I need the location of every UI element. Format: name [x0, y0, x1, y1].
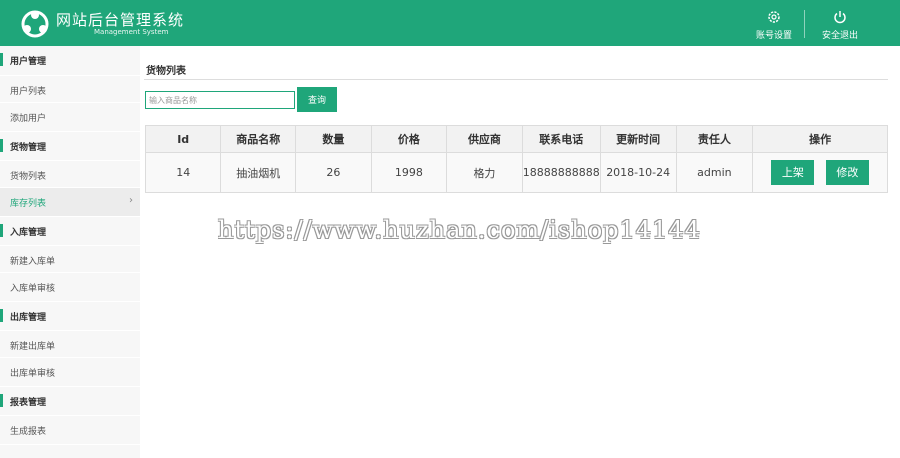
- search-button[interactable]: 查询: [297, 87, 337, 112]
- sidebar-item-label: 用户列表: [10, 87, 47, 97]
- sidebar-item-2[interactable]: 添加用户: [0, 103, 140, 132]
- app-title: 网站后台管理系统: [56, 11, 185, 29]
- sidebar-group-12[interactable]: 报表管理: [0, 387, 140, 416]
- product-search-input[interactable]: [145, 91, 295, 109]
- gear-icon: [768, 11, 780, 23]
- cell-phone: 18888888888: [521, 152, 601, 193]
- logout-label: 安全退出: [821, 31, 858, 41]
- cell-product-name: 抽油烟机: [220, 152, 297, 193]
- col-header-updated: 更新时间: [599, 125, 677, 153]
- sidebar-group-3[interactable]: 货物管理: [0, 132, 140, 161]
- cell-id: 14: [144, 152, 222, 193]
- cell-updated: 2018-10-24: [599, 152, 677, 193]
- col-header-owner: 责任人: [675, 125, 754, 153]
- sidebar-item-label: 货物列表: [10, 172, 47, 182]
- cell-quantity: 26: [295, 152, 372, 193]
- sidebar-item-13[interactable]: 生成报表: [0, 416, 140, 445]
- sidebar-item-label: 添加用户: [10, 114, 47, 124]
- sidebar-item-11[interactable]: 出库单审核: [0, 358, 140, 387]
- sidebar-group-label: 用户管理: [10, 57, 47, 67]
- group-marker: [0, 394, 3, 407]
- account-settings-label: 账号设置: [755, 31, 792, 41]
- account-settings-button[interactable]: 账号设置: [744, 0, 804, 46]
- sidebar-item-label: 生成报表: [10, 427, 47, 437]
- goods-table: Id 商品名称 数量 价格 供应商 联系电话 更新时间 责任人 操作 14 抽油…: [144, 125, 888, 193]
- sidebar-item-1[interactable]: 用户列表: [0, 76, 140, 103]
- table-row: 14 抽油烟机 26 1998 格力 18888888888 2018-10-2…: [144, 152, 888, 193]
- group-marker: [0, 224, 3, 237]
- col-header-quantity: 数量: [295, 125, 372, 153]
- cell-price: 1998: [370, 152, 448, 193]
- cell-supplier: 格力: [446, 152, 523, 193]
- sidebar-item-5[interactable]: 库存列表 ›: [0, 188, 140, 217]
- sidebar-item-8[interactable]: 入库单审核: [0, 273, 140, 302]
- watermark: https://www.huzhan.com/ishop14144: [218, 216, 701, 244]
- col-header-actions: 操作: [752, 125, 888, 153]
- top-header: 网站后台管理系统 Management System 账号设置 安全退出: [0, 0, 900, 46]
- sidebar-item-label: 新建入库单: [10, 257, 56, 267]
- col-header-price: 价格: [370, 125, 448, 153]
- section-divider: [144, 79, 888, 80]
- logo-icon: [21, 10, 49, 38]
- cell-owner: admin: [675, 152, 754, 193]
- col-header-id: Id: [144, 125, 222, 153]
- col-header-phone: 联系电话: [521, 125, 601, 153]
- logout-button[interactable]: 安全退出: [810, 0, 870, 46]
- group-marker: [0, 139, 3, 152]
- group-marker: [0, 53, 3, 66]
- col-header-supplier: 供应商: [446, 125, 523, 153]
- sidebar-group-9[interactable]: 出库管理: [0, 302, 140, 331]
- section-title: 货物列表: [146, 66, 186, 77]
- header-divider: [804, 10, 805, 38]
- sidebar-item-label: 出库单审核: [10, 369, 56, 379]
- sidebar-group-label: 货物管理: [10, 143, 47, 153]
- sidebar-item-10[interactable]: 新建出库单: [0, 331, 140, 358]
- sidebar-group-label: 报表管理: [10, 398, 47, 408]
- sidebar-item-label: 入库单审核: [10, 284, 56, 294]
- table-header-row: Id 商品名称 数量 价格 供应商 联系电话 更新时间 责任人 操作: [144, 125, 888, 153]
- app-subtitle: Management System: [94, 28, 169, 36]
- cell-actions: 上架 修改: [752, 152, 888, 193]
- sidebar-item-label: 新建出库单: [10, 342, 56, 352]
- sidebar-group-label: 入库管理: [10, 228, 47, 238]
- chevron-right-icon: ›: [129, 195, 133, 206]
- edit-button[interactable]: 修改: [825, 160, 869, 185]
- power-icon: [834, 11, 846, 24]
- list-on-shelf-button[interactable]: 上架: [771, 160, 815, 185]
- sidebar: 用户管理用户列表添加用户货物管理货物列表库存列表 › 入库管理新建入库单入库单审核出…: [0, 46, 140, 458]
- sidebar-item-7[interactable]: 新建入库单: [0, 246, 140, 273]
- sidebar-group-0[interactable]: 用户管理: [0, 46, 140, 76]
- sidebar-item-label: 库存列表: [10, 199, 47, 209]
- sidebar-item-4[interactable]: 货物列表: [0, 161, 140, 188]
- sidebar-group-label: 出库管理: [10, 313, 47, 323]
- col-header-product-name: 商品名称: [220, 125, 297, 153]
- sidebar-group-6[interactable]: 入库管理: [0, 217, 140, 246]
- group-marker: [0, 309, 3, 322]
